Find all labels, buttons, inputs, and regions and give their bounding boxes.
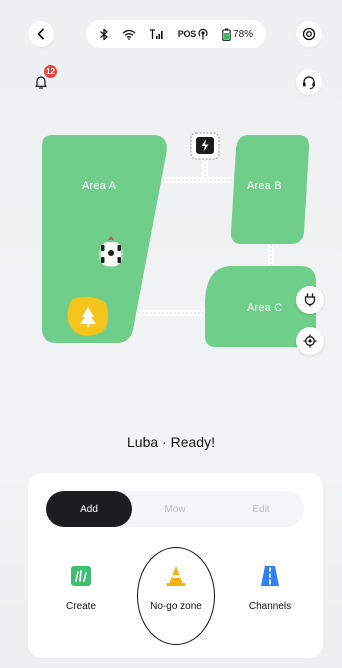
settings-button[interactable] (296, 21, 322, 47)
crosshair-icon (303, 334, 317, 348)
tab-mow[interactable]: Mow (132, 491, 218, 527)
charging-station-icon[interactable] (190, 132, 220, 160)
mode-tabs: Add Mow Edit (46, 491, 304, 527)
channels-label: Channels (248, 601, 292, 612)
battery-percent: 78% (233, 28, 254, 40)
traffic-cone-icon (166, 566, 186, 586)
create-area-icon (71, 566, 91, 586)
charging-plug-icon (304, 293, 316, 307)
notification-badge: 12 (44, 65, 57, 78)
create-area-button[interactable]: Create (41, 563, 121, 612)
settings-icon (302, 27, 316, 41)
action-panel: Add Mow Edit Create No-go zone Channels (28, 473, 323, 658)
mower-app-screen: POS 78% 12 Area A Area B Area C Luba · R… (0, 0, 342, 668)
area-c-label: Area C (247, 302, 283, 314)
wifi-icon (122, 29, 136, 40)
mower-status-title: Luba · Ready! (127, 434, 215, 450)
notifications-button[interactable]: 12 (28, 65, 57, 95)
battery-indicator: 78% (222, 28, 253, 41)
cellular-signal-icon (149, 28, 165, 40)
no-go-zone-label: No-go zone (150, 601, 202, 612)
channels-button[interactable]: Channels (230, 563, 310, 612)
no-go-zone-button[interactable]: No-go zone (136, 563, 216, 612)
obstacle-tree-icon[interactable] (67, 296, 109, 336)
create-label: Create (65, 601, 96, 612)
satellite-icon (198, 28, 208, 40)
map-canvas (42, 132, 316, 347)
device-status-bar: POS 78% (86, 20, 266, 48)
lawn-map[interactable]: Area A Area B Area C (0, 110, 342, 400)
pos-indicator: POS (178, 28, 209, 40)
bluetooth-icon (99, 28, 109, 41)
support-button[interactable] (296, 69, 322, 95)
tab-add[interactable]: Add (46, 491, 132, 527)
pos-label: POS (177, 29, 197, 39)
area-b-label: Area B (247, 180, 282, 192)
tab-edit[interactable]: Edit (218, 491, 304, 527)
chevron-left-icon (37, 28, 44, 40)
area-a-label: Area A (82, 180, 117, 192)
locate-button[interactable] (296, 327, 324, 355)
channel-road-icon (261, 566, 279, 586)
battery-icon (222, 28, 231, 41)
headset-icon (303, 76, 315, 90)
back-button[interactable] (28, 21, 54, 47)
return-to-charge-button[interactable] (296, 286, 324, 314)
